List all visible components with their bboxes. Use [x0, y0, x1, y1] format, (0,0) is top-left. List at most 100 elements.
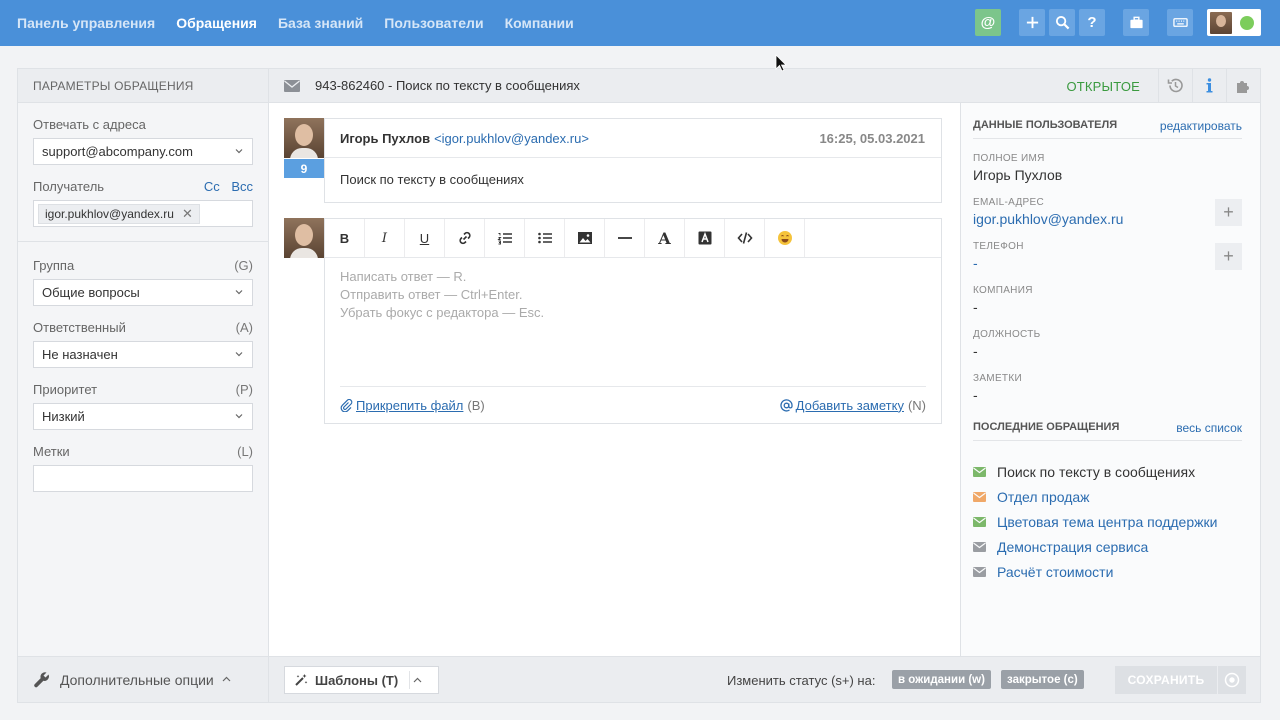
at-sign-icon	[780, 398, 793, 411]
wrench-icon	[34, 671, 49, 687]
list-item[interactable]: Поиск по тексту в сообщениях	[973, 459, 1242, 484]
add-note[interactable]: Добавить заметку (N)	[780, 398, 926, 413]
fullname-value: Игорь Пухлов	[973, 167, 1063, 183]
list-item[interactable]: Демонстрация сервиса	[973, 534, 1242, 559]
briefcase-icon[interactable]	[1123, 9, 1149, 36]
link-icon	[458, 231, 471, 245]
divider	[18, 241, 268, 242]
add-email-button[interactable]: +	[1215, 199, 1242, 226]
list-item[interactable]: Расчёт стоимости	[973, 559, 1242, 584]
assignee-select[interactable]: Не назначен	[33, 341, 253, 368]
save-button[interactable]: СОХРАНИТЬ	[1115, 666, 1217, 694]
image-button[interactable]	[565, 219, 605, 257]
mouse-cursor-icon	[775, 54, 787, 72]
edit-user-link[interactable]: редактировать	[1160, 119, 1242, 133]
add-note-link[interactable]: Добавить заметку	[796, 398, 904, 413]
ordered-list-button[interactable]	[485, 219, 525, 257]
emoji-button[interactable]	[765, 219, 805, 257]
cc-link[interactable]: Cc	[204, 179, 220, 194]
priority-label: Приоритет	[33, 382, 98, 397]
horizontal-rule-button[interactable]	[605, 219, 645, 257]
phone-field: ТЕЛЕФОН - +	[973, 241, 1242, 271]
background-color-button[interactable]	[685, 219, 725, 257]
nav-dashboard[interactable]: Панель управления	[17, 15, 155, 31]
italic-button[interactable]: I	[365, 219, 405, 257]
attach-file-link[interactable]: Прикрепить файл	[356, 398, 463, 413]
all-tickets-link[interactable]: весь список	[1176, 421, 1242, 435]
ticket-title: 943-862460 - Поиск по тексту в сообщения…	[315, 78, 580, 93]
list-item[interactable]: Цветовая тема центра поддержки	[973, 509, 1242, 534]
top-actions: @ ?	[971, 9, 1261, 36]
keyboard-icon[interactable]	[1167, 9, 1193, 36]
envelope-icon	[973, 466, 986, 477]
recipient-field[interactable]: igor.pukhlov@yandex.ru ✕	[33, 200, 253, 227]
company-field: КОМПАНИЯ -	[973, 285, 1242, 315]
at-icon[interactable]: @	[975, 9, 1001, 36]
paperclip-icon	[340, 398, 353, 412]
reply-from-select[interactable]: support@abcompany.com	[33, 138, 253, 165]
group-value: Общие вопросы	[42, 285, 140, 300]
ticket-status: ОТКРЫТОЕ	[1066, 79, 1140, 94]
link-button[interactable]	[445, 219, 485, 257]
add-phone-button[interactable]: +	[1215, 243, 1242, 270]
main-nav: Панель управления Обращения База знаний …	[17, 15, 595, 31]
bullet-list-icon	[537, 232, 552, 244]
remove-tag-icon[interactable]: ✕	[182, 206, 193, 222]
emoji-icon	[777, 231, 792, 245]
attach-file[interactable]: Прикрепить файл (B)	[340, 398, 485, 413]
reply-from-value: support@abcompany.com	[42, 144, 193, 159]
recent-ticket-title[interactable]: Отдел продаж	[997, 489, 1090, 505]
tags-label: Метки	[33, 444, 70, 459]
plugin-icon[interactable]	[1226, 69, 1260, 102]
templates-button[interactable]: Шаблоны (T)	[284, 666, 439, 694]
history-icon[interactable]	[1158, 69, 1192, 102]
email-value[interactable]: igor.pukhlov@yandex.ru	[973, 211, 1242, 227]
plus-icon[interactable]	[1019, 9, 1045, 36]
highlight-icon	[698, 231, 711, 245]
user-menu[interactable]	[1207, 9, 1261, 36]
bold-button[interactable]: B	[325, 219, 365, 257]
extra-options-toggle[interactable]: Дополнительные опции	[18, 656, 268, 702]
nav-users[interactable]: Пользователи	[384, 15, 483, 31]
search-icon[interactable]	[1049, 9, 1075, 36]
code-button[interactable]	[725, 219, 765, 257]
save-options-button[interactable]	[1218, 666, 1246, 694]
help-icon[interactable]: ?	[1079, 9, 1105, 36]
info-icon[interactable]	[1192, 69, 1226, 102]
ticket-card: ПАРАМЕТРЫ ОБРАЩЕНИЯ Отвечать с адреса su…	[17, 68, 1261, 703]
message-time: 16:25, 05.03.2021	[819, 131, 925, 146]
change-status-label: Изменить статус (s+) на:	[727, 673, 876, 688]
phone-value[interactable]: -	[973, 255, 1242, 271]
status-closed-button[interactable]: закрытое (c)	[1001, 670, 1084, 689]
group-select[interactable]: Общие вопросы	[33, 279, 253, 306]
underline-button[interactable]: U	[405, 219, 445, 257]
envelope-icon	[284, 79, 300, 92]
editor-placeholder[interactable]: Написать ответ — R. Отправить ответ — Ct…	[325, 258, 941, 322]
status-waiting-button[interactable]: в ожидании (w)	[892, 670, 991, 689]
bcc-link[interactable]: Bcc	[231, 179, 253, 194]
bullet-list-button[interactable]	[525, 219, 565, 257]
tags-input[interactable]	[33, 465, 253, 492]
nav-knowledge-base[interactable]: База знаний	[278, 15, 363, 31]
reply-editor[interactable]: B I U A Написать ответ — R. Отправить от…	[324, 218, 942, 424]
recipient-tag: igor.pukhlov@yandex.ru ✕	[38, 203, 200, 224]
list-item[interactable]: Отдел продаж	[973, 484, 1242, 509]
priority-value: Низкий	[42, 409, 85, 424]
chevron-down-icon	[235, 290, 243, 295]
ticket-parameters-panel: ПАРАМЕТРЫ ОБРАЩЕНИЯ Отвечать с адреса su…	[18, 69, 269, 702]
message-count-badge: 9	[284, 159, 324, 178]
reply-from-label: Отвечать с адреса	[33, 117, 146, 132]
recent-ticket-title[interactable]: Расчёт стоимости	[997, 564, 1113, 580]
priority-select[interactable]: Низкий	[33, 403, 253, 430]
nav-tickets[interactable]: Обращения	[176, 15, 257, 31]
recent-ticket-title[interactable]: Цветовая тема центра поддержки	[997, 514, 1217, 530]
recent-ticket-title[interactable]: Демонстрация сервиса	[997, 539, 1148, 555]
message-author: Игорь Пухлов	[340, 130, 431, 146]
ordered-list-icon	[496, 233, 512, 245]
action-footer: Шаблоны (T) Изменить статус (s+) на: в о…	[269, 656, 1260, 702]
nav-companies[interactable]: Компании	[505, 15, 574, 31]
online-status-dot	[1240, 15, 1254, 30]
font-color-button[interactable]: A	[645, 219, 685, 257]
message-author-email[interactable]: <igor.pukhlov@yandex.ru>	[434, 131, 589, 146]
assignee-value: Не назначен	[42, 347, 118, 362]
